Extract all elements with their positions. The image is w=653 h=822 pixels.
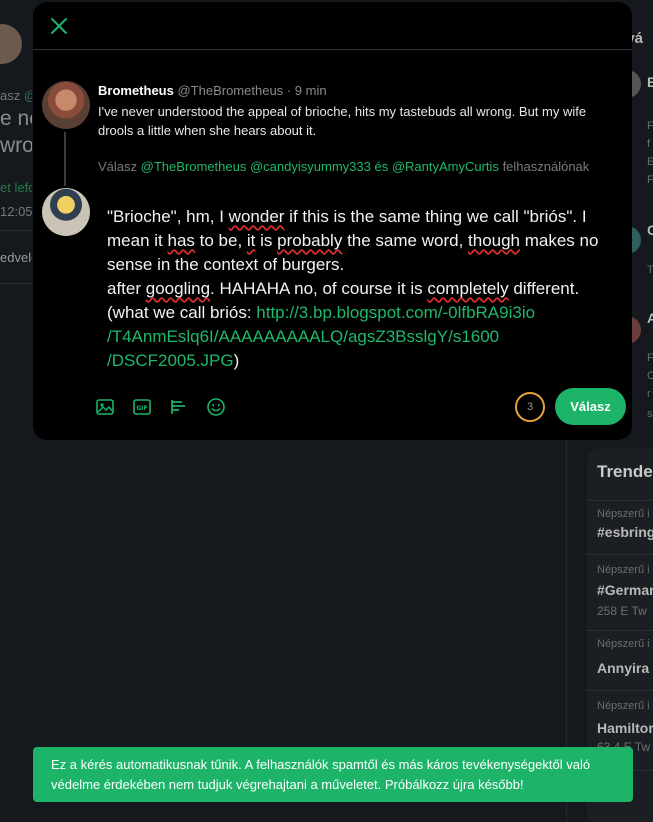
link-fragment: et lefo [0, 180, 32, 195]
modal-header [33, 2, 632, 50]
mention-link[interactable]: @candyisyummy333 [250, 159, 371, 174]
avatar[interactable] [42, 81, 90, 129]
replying-to: Válasz @TheBrometheus @candyisyummy333 é… [98, 159, 590, 174]
handle: @TheBrometheus [177, 83, 284, 98]
tweet-fragment: wro [0, 134, 32, 157]
trends-title: Trende [597, 462, 653, 481]
add-gif-button[interactable]: GIF [132, 395, 169, 419]
mention-link[interactable]: @RantyAmyCurtis [392, 159, 499, 174]
background-timeline: asz @c e ne wro et lefo 12:05 edvelé [0, 0, 32, 822]
add-emoji-button[interactable] [206, 395, 243, 419]
footer-fragment: edvelé [0, 250, 32, 265]
close-icon [51, 18, 67, 34]
reply-textarea[interactable]: "Brioche", hm, I wonder if this is the s… [107, 205, 607, 373]
gif-icon: GIF [133, 399, 151, 415]
tweet-text: I've never understood the appeal of brio… [98, 104, 587, 138]
mention-fragment: @c [24, 88, 32, 103]
error-toast: Ez a kérés automatikusnak tűnik. A felha… [33, 747, 633, 802]
compose-toolbar: GIF [95, 395, 243, 419]
character-counter: 3 [515, 392, 545, 422]
divider [0, 283, 32, 284]
avatar [0, 24, 22, 64]
time-fragment: 12:05 [0, 204, 32, 219]
display-name[interactable]: Brometheus [98, 83, 174, 98]
reply-button[interactable]: Válasz [555, 388, 626, 425]
image-icon [96, 399, 114, 415]
avatar [42, 188, 90, 236]
close-button[interactable] [45, 12, 73, 40]
separator: · [286, 83, 292, 98]
tweet-fragment: e ne [0, 107, 32, 130]
thread-line [64, 132, 66, 186]
divider [0, 230, 32, 231]
tweet-time: 9 min [294, 83, 327, 98]
mention-link[interactable]: @TheBrometheus [141, 159, 247, 174]
reply-fragment: asz [0, 88, 21, 103]
tweet-header: Brometheus @TheBrometheus · 9 min [98, 83, 327, 98]
poll-icon [171, 400, 185, 414]
add-poll-button[interactable] [169, 395, 206, 419]
reply-modal: Brometheus @TheBrometheus · 9 min I've n… [33, 2, 632, 440]
svg-text:GIF: GIF [136, 405, 147, 412]
emoji-icon [207, 398, 225, 416]
add-image-button[interactable] [95, 395, 132, 419]
